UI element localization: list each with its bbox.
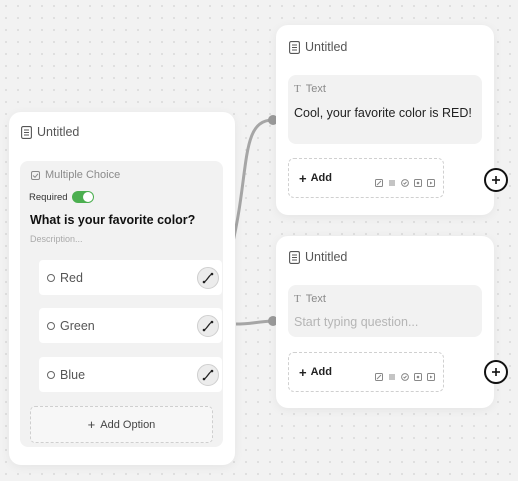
question-text[interactable]: What is your favorite color? (30, 213, 195, 227)
text-content[interactable]: Cool, your favorite color is RED! (294, 105, 474, 122)
list-icon[interactable] (388, 174, 396, 186)
required-toggle[interactable] (71, 191, 94, 203)
plus-icon (492, 176, 500, 184)
description-field[interactable]: Description... (30, 234, 83, 244)
add-button[interactable]: + Add (299, 171, 332, 186)
radio-icon (47, 370, 55, 379)
video-icon[interactable] (427, 174, 435, 187)
connect-icon[interactable] (197, 363, 219, 386)
plus-icon: + (299, 364, 307, 380)
option-label: Blue (60, 367, 86, 382)
required-row: Required (29, 191, 94, 203)
question-card[interactable]: Untitled Multiple Choice Required What i… (9, 112, 235, 465)
image-icon[interactable] (414, 368, 422, 381)
block-tool-icons (375, 174, 435, 187)
text-input[interactable]: Start typing question... (294, 315, 418, 329)
text-card-1[interactable]: Untitled T Text Cool, your favorite colo… (276, 25, 508, 215)
connect-icon[interactable] (197, 314, 219, 337)
plus-icon: + (299, 170, 307, 186)
text-block[interactable]: T Text Cool, your favorite color is RED! (288, 75, 482, 144)
document-icon (289, 40, 300, 54)
multiple-choice-block[interactable]: Multiple Choice Required What is your fa… (20, 161, 223, 447)
add-next-button[interactable] (484, 360, 508, 384)
add-option-button[interactable]: + Add Option (30, 406, 213, 443)
radio-icon (47, 321, 55, 330)
option-label: Green (60, 318, 95, 333)
list-icon[interactable] (388, 368, 396, 380)
text-card-2-title[interactable]: Untitled (305, 250, 347, 264)
add-option-label: Add Option (100, 418, 156, 431)
block-type-text: Text (305, 293, 326, 305)
text-card-2[interactable]: Untitled T Text Start typing question...… (276, 236, 508, 408)
radio-icon (47, 273, 55, 282)
add-label: Add (310, 366, 332, 378)
block-tool-icons (375, 368, 435, 381)
text-card-1-title[interactable]: Untitled (305, 40, 347, 54)
checkbox-icon (31, 170, 40, 180)
text-card-2-header: Untitled (289, 250, 347, 264)
add-block-row[interactable]: + Add (288, 352, 444, 392)
add-button[interactable]: + Add (299, 365, 332, 380)
edit-icon[interactable] (375, 174, 383, 187)
add-label: Add (310, 172, 332, 184)
video-icon[interactable] (427, 368, 435, 381)
option-label: Red (60, 270, 83, 285)
check-circle-icon[interactable] (401, 368, 409, 381)
plus-icon (492, 368, 500, 376)
block-type-label: T Text (294, 83, 326, 95)
option-blue[interactable]: Blue (39, 357, 222, 392)
plus-icon: + (87, 417, 96, 432)
text-card-1-header: Untitled (289, 40, 347, 54)
question-card-header: Untitled (21, 125, 79, 139)
question-card-title[interactable]: Untitled (37, 125, 79, 139)
text-block[interactable]: T Text Start typing question... (288, 285, 482, 337)
connector-green-to-card2 (235, 319, 274, 326)
block-type-text: Text (305, 83, 326, 95)
connector-red-to-card1 (230, 118, 274, 247)
check-circle-icon[interactable] (401, 174, 409, 187)
block-type-label: Multiple Choice (31, 169, 120, 181)
block-type-text: Multiple Choice (45, 169, 121, 181)
document-icon (289, 250, 300, 264)
required-label: Required (29, 191, 68, 203)
block-type-label: T Text (294, 293, 326, 305)
document-icon (21, 125, 32, 139)
image-icon[interactable] (414, 174, 422, 187)
text-type-icon: T (294, 83, 301, 95)
option-red[interactable]: Red (39, 260, 222, 295)
option-green[interactable]: Green (39, 308, 222, 343)
edit-icon[interactable] (375, 368, 383, 381)
text-type-icon: T (294, 293, 301, 305)
add-next-button[interactable] (484, 168, 508, 192)
add-block-row[interactable]: + Add (288, 158, 444, 198)
connect-icon[interactable] (197, 266, 219, 289)
